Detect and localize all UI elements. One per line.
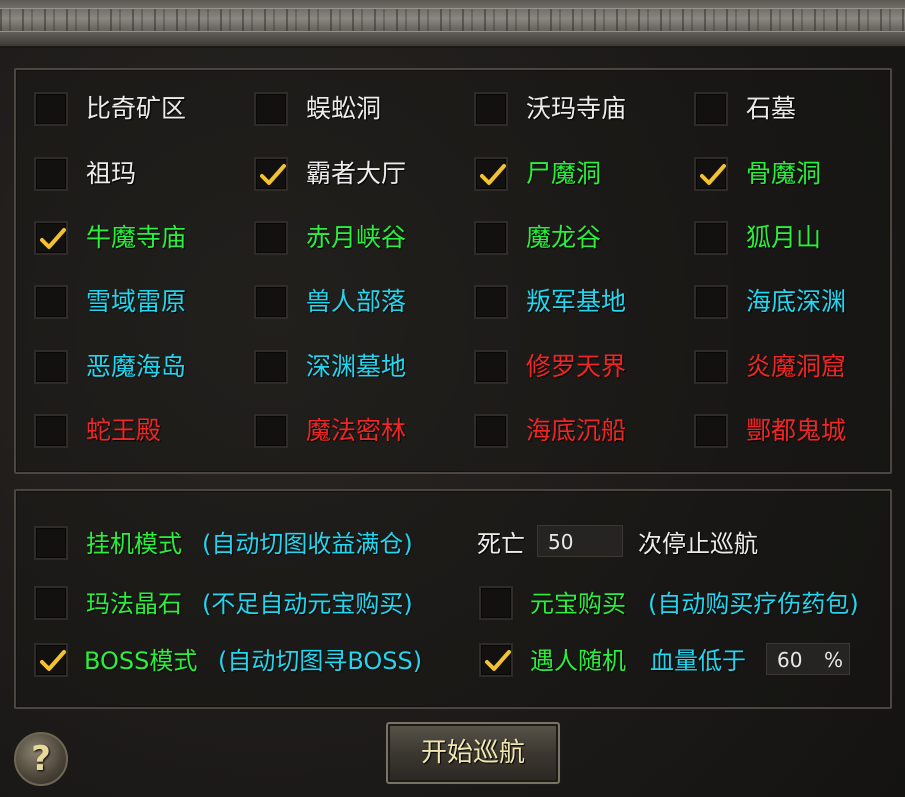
map-label: 赤月峡谷	[306, 223, 407, 252]
ingot-purchase-desc: (自动购买疗伤药包)	[648, 590, 859, 618]
map-checkbox[interactable]	[694, 350, 728, 384]
hangup-mode-label: 挂机模式	[86, 530, 182, 558]
death-count-input[interactable]: 50	[537, 525, 623, 557]
top-ornament-band	[0, 0, 905, 48]
map-label: 酆都鬼城	[746, 416, 847, 445]
random-on-encounter-checkbox[interactable]	[479, 643, 513, 677]
map-label: 比奇矿区	[86, 94, 187, 123]
map-checkbox[interactable]	[34, 221, 68, 255]
map-label: 骨魔洞	[746, 159, 822, 188]
map-label: 雪域雷原	[86, 287, 187, 316]
map-checkbox[interactable]	[34, 92, 68, 126]
map-label: 霸者大厅	[306, 159, 407, 188]
hangup-mode-checkbox[interactable]	[34, 526, 68, 560]
checkmark-icon	[260, 164, 286, 185]
map-checkbox[interactable]	[694, 285, 728, 319]
death-suffix-label: 次停止巡航	[638, 530, 758, 558]
map-checkbox[interactable]	[694, 221, 728, 255]
hp-threshold-label: 血量低于	[650, 647, 746, 675]
mafa-crystal-label: 玛法晶石	[86, 590, 182, 618]
map-checkbox[interactable]	[474, 92, 508, 126]
mafa-crystal-checkbox[interactable]	[34, 586, 68, 620]
help-icon[interactable]: ?	[14, 732, 68, 786]
random-on-encounter-label: 遇人随机	[530, 647, 626, 675]
ingot-purchase-label: 元宝购买	[530, 590, 626, 618]
boss-mode-label: BOSS模式	[84, 647, 198, 675]
death-prefix-label: 死亡	[477, 530, 525, 558]
map-checkbox[interactable]	[254, 92, 288, 126]
map-label: 深渊墓地	[306, 352, 407, 381]
map-label: 魔龙谷	[526, 223, 602, 252]
map-label: 石墓	[746, 94, 797, 123]
map-label: 蜈蚣洞	[306, 94, 382, 123]
map-checkbox[interactable]	[254, 221, 288, 255]
map-checkbox[interactable]	[34, 157, 68, 191]
map-label: 叛军基地	[526, 287, 627, 316]
map-label: 炎魔洞窟	[746, 352, 847, 381]
checkmark-icon	[700, 164, 726, 185]
map-checkbox[interactable]	[34, 350, 68, 384]
map-label: 祖玛	[86, 159, 137, 188]
hp-threshold-value: 60	[777, 648, 803, 672]
map-checkbox[interactable]	[474, 414, 508, 448]
map-label: 尸魔洞	[526, 159, 602, 188]
map-checkbox[interactable]	[474, 285, 508, 319]
map-checkbox[interactable]	[474, 221, 508, 255]
map-label: 海底深渊	[746, 287, 847, 316]
hp-threshold-unit: %	[823, 648, 843, 672]
map-label: 恶魔海岛	[86, 352, 187, 381]
map-label: 牛魔寺庙	[86, 223, 187, 252]
map-label: 蛇王殿	[86, 416, 162, 445]
map-label: 兽人部落	[306, 287, 407, 316]
ingot-purchase-checkbox[interactable]	[479, 586, 513, 620]
map-label: 魔法密林	[306, 416, 407, 445]
map-checkbox[interactable]	[34, 285, 68, 319]
map-checkbox[interactable]	[474, 350, 508, 384]
map-selection-panel	[14, 68, 892, 474]
checkmark-icon	[485, 650, 511, 671]
map-checkbox[interactable]	[254, 157, 288, 191]
start-cruise-button[interactable]: 开始巡航	[386, 722, 560, 784]
checkmark-icon	[40, 228, 66, 249]
boss-mode-checkbox[interactable]	[34, 643, 68, 677]
map-checkbox[interactable]	[474, 157, 508, 191]
map-checkbox[interactable]	[694, 157, 728, 191]
map-checkbox[interactable]	[34, 414, 68, 448]
hangup-mode-desc: (自动切图收益满仓)	[202, 530, 413, 558]
map-label: 修罗天界	[526, 352, 627, 381]
mafa-crystal-desc: (不足自动元宝购买)	[202, 590, 413, 618]
map-checkbox[interactable]	[254, 414, 288, 448]
map-checkbox[interactable]	[254, 350, 288, 384]
map-checkbox[interactable]	[254, 285, 288, 319]
map-checkbox[interactable]	[694, 92, 728, 126]
checkmark-icon	[480, 164, 506, 185]
ornament-pattern	[0, 8, 905, 32]
map-label: 沃玛寺庙	[526, 94, 627, 123]
checkmark-icon	[40, 650, 66, 671]
map-label: 狐月山	[746, 223, 822, 252]
map-checkbox[interactable]	[694, 414, 728, 448]
boss-mode-desc: (自动切图寻BOSS)	[218, 647, 423, 675]
hp-threshold-input[interactable]: 60 %	[766, 643, 850, 675]
map-label: 海底沉船	[526, 416, 627, 445]
